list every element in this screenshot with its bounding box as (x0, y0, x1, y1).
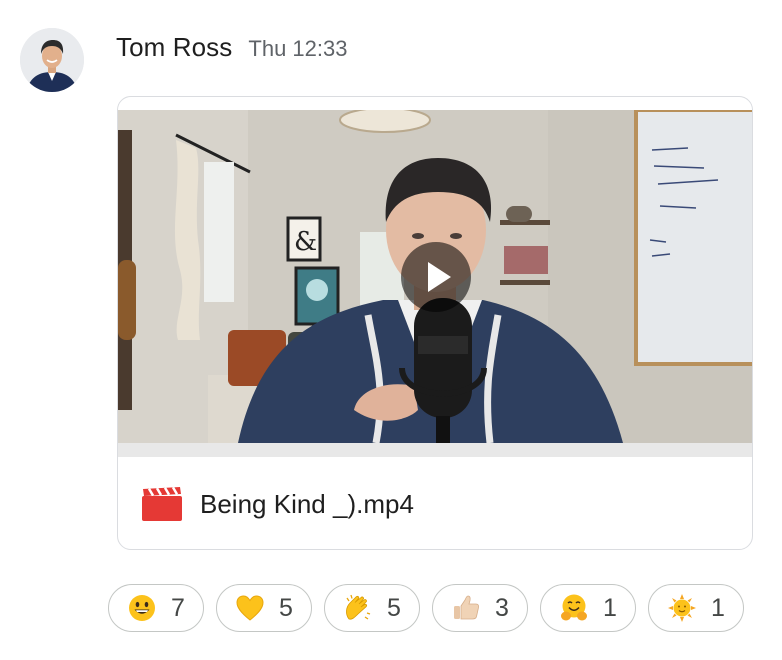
sender-avatar[interactable] (20, 28, 84, 92)
reaction-count: 3 (495, 593, 509, 622)
video-thumbnail[interactable]: & (118, 110, 752, 443)
reaction-bar: 7 5 5 3 1 1 (108, 584, 744, 632)
reaction-chip-thumbs-up[interactable]: 3 (432, 584, 528, 632)
reaction-count: 5 (387, 593, 401, 622)
reaction-chip-grinning-face[interactable]: 7 (108, 584, 204, 632)
play-button[interactable] (401, 242, 471, 312)
attachment-file-name[interactable]: Being Kind _).mp4 (200, 489, 414, 520)
reaction-chip-yellow-heart[interactable]: 5 (216, 584, 312, 632)
reaction-count: 1 (711, 593, 725, 622)
reaction-count: 1 (603, 593, 617, 622)
message-header: Tom Ross Thu 12:33 (116, 32, 347, 63)
attachment-file-row[interactable]: Being Kind _).mp4 (118, 457, 752, 549)
sender-name[interactable]: Tom Ross (116, 32, 232, 63)
svg-text:&: & (294, 227, 317, 257)
video-attachment-card[interactable]: & Being Kind _).mp4 (117, 96, 753, 550)
thumbnail-divider (118, 443, 752, 457)
reaction-chip-clapping-hands[interactable]: 5 (324, 584, 420, 632)
reaction-chip-hugging-face[interactable]: 1 (540, 584, 636, 632)
clapping-hands-icon (343, 593, 373, 623)
message-timestamp: Thu 12:33 (248, 36, 348, 61)
reaction-chip-sun-with-face[interactable]: 1 (648, 584, 744, 632)
sun-with-face-icon (667, 593, 697, 623)
reaction-count: 7 (171, 593, 185, 622)
video-file-icon (142, 487, 182, 521)
grinning-face-icon (127, 593, 157, 623)
thumbs-up-icon (451, 593, 481, 623)
hugging-face-icon (559, 593, 589, 623)
reaction-count: 5 (279, 593, 293, 622)
yellow-heart-icon (235, 593, 265, 623)
